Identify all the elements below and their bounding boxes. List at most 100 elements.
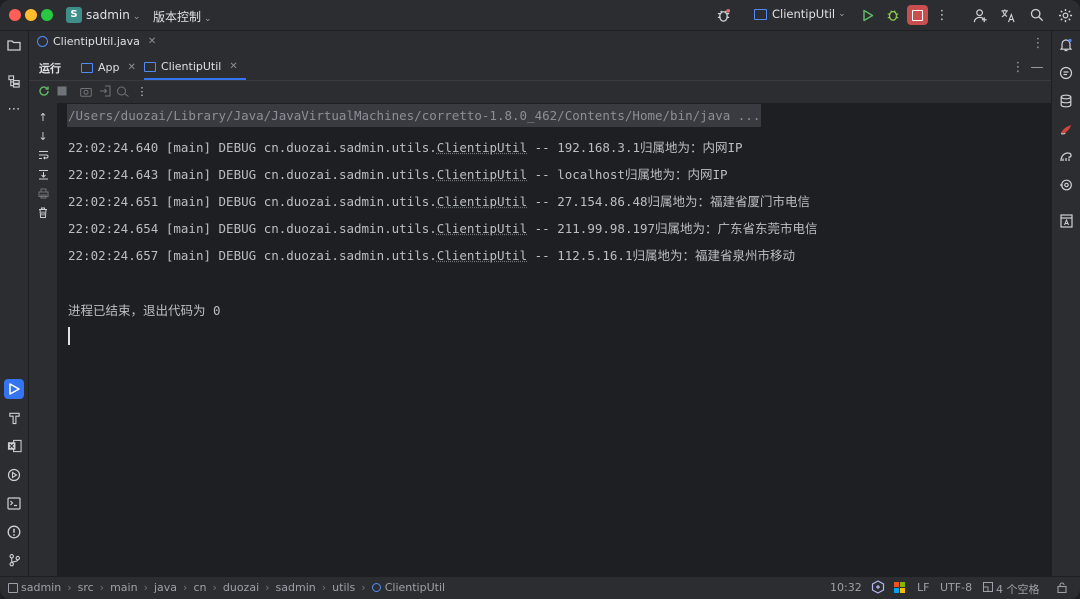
log-level: DEBUG bbox=[218, 167, 257, 182]
log-class: ClientipUtil bbox=[436, 248, 528, 263]
run-icon[interactable] bbox=[858, 5, 878, 25]
log-time: 22:02:24.651 bbox=[68, 194, 159, 209]
rerun-icon[interactable] bbox=[37, 84, 51, 98]
chevron-down-icon: ⌄ bbox=[838, 9, 846, 19]
left-tool-strip: ⋯ bbox=[0, 31, 29, 576]
console-output[interactable]: /Users/duozai/Library/Java/JavaVirtualMa… bbox=[57, 103, 1051, 576]
breadcrumb-item[interactable]: src bbox=[78, 581, 94, 594]
log-thread: [main] bbox=[165, 248, 211, 263]
log-level: DEBUG bbox=[218, 194, 257, 209]
log-time: 22:02:24.654 bbox=[68, 221, 159, 236]
indent-setting[interactable]: 4 个空格 bbox=[996, 581, 1040, 597]
more-tools-icon[interactable]: ⋯ bbox=[4, 99, 24, 119]
search-icon[interactable] bbox=[1027, 5, 1047, 25]
breadcrumb-item[interactable]: main bbox=[110, 581, 137, 594]
gradle-icon[interactable] bbox=[1056, 147, 1076, 167]
editor-tab-bar: ClientipUtil.java ✕ ⋮ bbox=[29, 31, 1051, 56]
log-thread: [main] bbox=[165, 167, 211, 182]
project-folder-icon[interactable] bbox=[4, 35, 24, 55]
database-icon[interactable] bbox=[1056, 91, 1076, 111]
log-line: 22:02:24.640 [main] DEBUG cn.duozai.sadm… bbox=[68, 137, 743, 156]
cursor-position[interactable]: 10:32 bbox=[830, 581, 862, 594]
vcs-menu[interactable]: 版本控制 ⌄ bbox=[153, 8, 212, 25]
close-tab-icon[interactable]: ✕ bbox=[148, 36, 156, 47]
excel-icon[interactable] bbox=[4, 436, 24, 456]
log-message: -- 27.154.86.48归属地为：福建省厦门市电信 bbox=[527, 194, 811, 209]
breadcrumb-item[interactable]: sadmin bbox=[276, 581, 316, 594]
login-icon[interactable] bbox=[98, 84, 112, 98]
breadcrumb-item[interactable]: java bbox=[154, 581, 177, 594]
chevron-down-icon: ⌄ bbox=[204, 14, 212, 24]
print-icon[interactable] bbox=[36, 186, 50, 200]
notifications-bell-icon[interactable] bbox=[1056, 35, 1076, 55]
soft-wrap-icon[interactable] bbox=[36, 148, 50, 162]
debug-icon[interactable] bbox=[883, 5, 903, 25]
run-tab-clientiputil[interactable]: ClientipUtil ✕ bbox=[144, 55, 246, 80]
breadcrumb-item[interactable]: ClientipUtil bbox=[385, 581, 445, 594]
project-badge-icon[interactable]: S bbox=[66, 7, 82, 23]
threads-icon[interactable] bbox=[116, 84, 130, 98]
structure-icon[interactable] bbox=[4, 71, 24, 91]
breadcrumb-item[interactable]: sadmin bbox=[21, 581, 61, 594]
title-bar: S sadmin ⌄ 版本控制 ⌄ ClientipUtil ⌄ ⋮ bbox=[0, 0, 1080, 31]
build-hammer-icon[interactable] bbox=[4, 408, 24, 428]
camera-icon[interactable] bbox=[79, 84, 93, 98]
close-tab-icon[interactable]: ✕ bbox=[128, 62, 136, 73]
translate-icon[interactable] bbox=[998, 5, 1018, 25]
log-class: ClientipUtil bbox=[436, 140, 528, 155]
breadcrumb: sadmin › src › main › java › cn › duozai › sad… bbox=[8, 581, 445, 594]
log-thread: [main] bbox=[165, 194, 211, 209]
settings-gear-icon[interactable] bbox=[1055, 5, 1075, 25]
minimize-panel-icon[interactable]: — bbox=[1027, 57, 1047, 77]
line-separator[interactable]: LF bbox=[917, 581, 929, 594]
run-tool-icon[interactable] bbox=[4, 379, 24, 399]
debug-bug-icon[interactable] bbox=[713, 5, 733, 25]
stop-button[interactable] bbox=[907, 5, 928, 25]
trash-icon[interactable] bbox=[36, 205, 50, 219]
services-icon[interactable] bbox=[4, 465, 24, 485]
scroll-down-arrow-icon[interactable]: ↓ bbox=[36, 129, 50, 143]
breadcrumb-item[interactable]: utils bbox=[332, 581, 355, 594]
windows-icon[interactable] bbox=[894, 582, 905, 596]
stop-icon[interactable] bbox=[55, 84, 69, 98]
maven-icon[interactable] bbox=[1056, 119, 1076, 139]
scroll-up-arrow-icon[interactable]: ↑ bbox=[36, 110, 50, 124]
text-cursor bbox=[68, 327, 70, 345]
panel-options-icon[interactable]: ⋮ bbox=[1008, 57, 1028, 77]
maximize-window-button[interactable] bbox=[41, 9, 53, 21]
scroll-to-end-icon[interactable] bbox=[36, 167, 50, 181]
indent-icon bbox=[983, 582, 993, 595]
breadcrumb-item[interactable]: cn bbox=[193, 581, 206, 594]
problems-icon[interactable] bbox=[4, 522, 24, 542]
lock-icon[interactable] bbox=[1057, 582, 1067, 596]
minimize-window-button[interactable] bbox=[25, 9, 37, 21]
big-data-icon[interactable] bbox=[1056, 211, 1076, 231]
file-encoding[interactable]: UTF-8 bbox=[940, 581, 972, 594]
application-icon bbox=[144, 61, 156, 72]
log-package: cn.duozai.sadmin.utils. bbox=[263, 221, 437, 236]
close-tab-icon[interactable]: ✕ bbox=[229, 61, 237, 72]
account-icon[interactable] bbox=[970, 5, 990, 25]
run-configuration-selector[interactable]: ClientipUtil ⌄ bbox=[754, 7, 846, 21]
breadcrumb-item[interactable]: duozai bbox=[223, 581, 259, 594]
process-exit-message: 进程已结束，退出代码为 0 bbox=[68, 303, 221, 318]
ai-status-icon[interactable] bbox=[871, 580, 885, 597]
log-package: cn.duozai.sadmin.utils. bbox=[263, 194, 437, 209]
close-window-button[interactable] bbox=[9, 9, 21, 21]
terminal-icon[interactable] bbox=[4, 493, 24, 513]
tab-options-icon[interactable]: ⋮ bbox=[1028, 33, 1048, 53]
breadcrumb-separator: › bbox=[265, 581, 270, 594]
log-time: 22:02:24.657 bbox=[68, 248, 159, 263]
editor-tab-clientiputil[interactable]: ClientipUtil.java ✕ bbox=[37, 35, 156, 48]
log-level: DEBUG bbox=[218, 140, 257, 155]
more-options-icon[interactable]: ⋮ bbox=[135, 84, 149, 98]
module-icon bbox=[8, 582, 18, 593]
endpoints-icon[interactable] bbox=[1056, 175, 1076, 195]
ai-assistant-icon[interactable] bbox=[1056, 63, 1076, 83]
log-package: cn.duozai.sadmin.utils. bbox=[263, 248, 437, 263]
java-class-icon bbox=[37, 36, 48, 47]
project-selector[interactable]: sadmin ⌄ bbox=[86, 8, 140, 22]
git-icon[interactable] bbox=[4, 550, 24, 570]
run-tab-app[interactable]: App ✕ bbox=[81, 55, 136, 80]
more-actions-icon[interactable]: ⋮ bbox=[932, 5, 952, 25]
